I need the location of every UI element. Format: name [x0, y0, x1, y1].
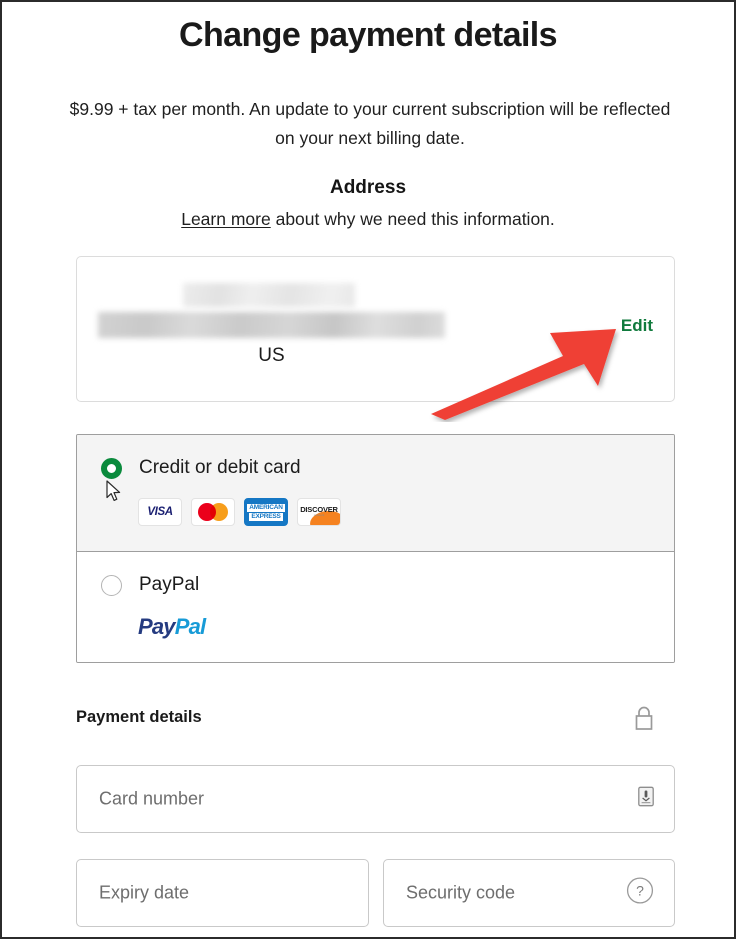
paypal-logo-part1: Pay	[138, 614, 176, 639]
address-line2-redacted	[98, 312, 445, 338]
discover-icon: DISCOVER network	[297, 498, 341, 526]
amex-icon-inner: AMERICAN EXPRESS	[245, 499, 287, 525]
address-line1-redacted	[183, 283, 355, 307]
paypal-option-label: PayPal	[139, 574, 200, 595]
lock-icon	[633, 704, 655, 737]
paypal-option-head: PayPal	[101, 574, 650, 596]
discover-icon-subtext: network	[313, 513, 325, 517]
learn-more-link[interactable]: Learn more	[181, 209, 271, 229]
card-number-field[interactable]: Card number	[76, 765, 675, 833]
card-option-label: Credit or debit card	[139, 457, 301, 478]
card-number-placeholder: Card number	[99, 788, 205, 809]
card-option-head: Credit or debit card	[101, 457, 650, 479]
paypal-logo-part2: Pal	[174, 614, 206, 639]
amex-icon-line2: EXPRESS	[249, 512, 283, 521]
page-subtitle: $9.99 + tax per month. An update to your…	[69, 99, 671, 148]
mastercard-icon	[191, 498, 235, 526]
learn-more-line: Learn more about why we need this inform…	[2, 209, 734, 230]
radio-credit-card[interactable]	[101, 457, 122, 479]
address-card: US Edit	[76, 256, 675, 402]
security-code-field[interactable]: Security code ?	[383, 859, 675, 927]
american-express-icon: AMERICAN EXPRESS	[244, 498, 288, 526]
edit-address-link[interactable]: Edit	[621, 316, 653, 336]
learn-more-rest-text: about why we need this information.	[270, 209, 555, 229]
paypal-logo-icon: PayPal	[138, 614, 650, 640]
help-circle-icon[interactable]: ?	[626, 877, 654, 910]
visa-icon: VISA	[138, 498, 182, 526]
payment-details-heading: Payment details	[76, 708, 202, 726]
payment-method-option-card[interactable]: Credit or debit card VISA AMERICAN EXPRE…	[77, 435, 674, 552]
page-title: Change payment details	[179, 16, 558, 54]
screenshot-frame: Change payment details $9.99 + tax per m…	[0, 0, 736, 939]
security-code-placeholder: Security code	[406, 882, 516, 903]
address-section-heading: Address	[329, 177, 407, 198]
payment-method-option-paypal[interactable]: PayPal PayPal	[77, 552, 674, 662]
amex-icon-line1: AMERICAN	[247, 503, 285, 512]
change-payment-details-page: Change payment details $9.99 + tax per m…	[2, 2, 734, 937]
svg-text:?: ?	[636, 883, 644, 899]
card-scan-icon[interactable]	[638, 786, 654, 812]
expiry-date-field[interactable]: Expiry date	[76, 859, 369, 927]
mastercard-circles	[198, 503, 228, 521]
address-country: US	[258, 345, 285, 366]
radio-paypal[interactable]	[101, 574, 122, 596]
expiry-date-placeholder: Expiry date	[99, 882, 190, 903]
card-brand-logos: VISA AMERICAN EXPRESS DISCOVER network	[138, 498, 650, 526]
discover-icon-inner: DISCOVER network	[298, 499, 340, 525]
visa-icon-text: VISA	[147, 506, 173, 518]
payment-method-chooser: Credit or debit card VISA AMERICAN EXPRE…	[76, 434, 675, 663]
